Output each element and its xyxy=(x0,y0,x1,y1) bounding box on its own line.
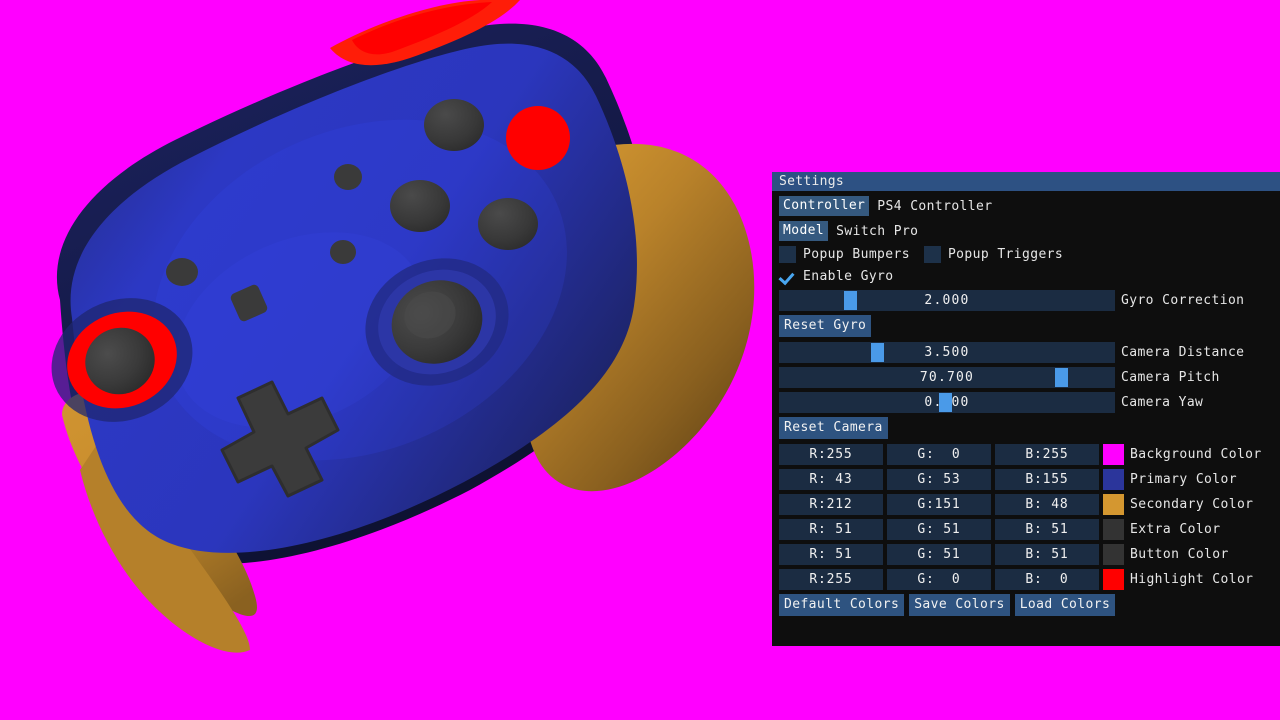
secondary-color-g[interactable]: G:151 xyxy=(887,494,991,515)
highlight-color-b[interactable]: B: 0 xyxy=(995,569,1099,590)
panel-body: Controller PS4 Controller Model Switch P… xyxy=(772,191,1280,616)
slider-camera-yaw[interactable]: 0.100 xyxy=(779,392,1115,413)
slider-label-camera-distance: Camera Distance xyxy=(1121,345,1245,360)
load-colors-button[interactable]: Load Colors xyxy=(1014,594,1116,616)
background-color-r[interactable]: R:255 xyxy=(779,444,883,465)
background-color-b[interactable]: B:255 xyxy=(995,444,1099,465)
controller-select-row: Controller PS4 Controller xyxy=(779,196,1274,216)
background-color-g[interactable]: G: 0 xyxy=(887,444,991,465)
slider-label-camera-pitch: Camera Pitch xyxy=(1121,370,1220,385)
slider-value-camera-pitch: 70.700 xyxy=(919,370,975,385)
extra-color-swatch[interactable] xyxy=(1103,519,1124,540)
extra-color-r[interactable]: R: 51 xyxy=(779,519,883,540)
slider-label-camera-yaw: Camera Yaw xyxy=(1121,395,1204,410)
color-row-button: R: 51 G: 51 B: 51 Button Color xyxy=(779,544,1274,565)
color-actions-row: Default Colors Save Colors Load Colors xyxy=(779,594,1274,616)
model-selected-value: Switch Pro xyxy=(836,223,919,239)
secondary-color-b[interactable]: B: 48 xyxy=(995,494,1099,515)
checkbox-enable-gyro[interactable] xyxy=(779,268,796,285)
slider-row-camera-pitch: 70.700 Camera Pitch xyxy=(779,367,1274,388)
extra-color-g[interactable]: G: 51 xyxy=(887,519,991,540)
slider-row-camera-distance: 3.500 Camera Distance xyxy=(779,342,1274,363)
reset-camera-button[interactable]: Reset Camera xyxy=(779,417,888,439)
dpad[interactable] xyxy=(220,380,340,498)
default-colors-button[interactable]: Default Colors xyxy=(779,594,905,616)
primary-color-b[interactable]: B:155 xyxy=(995,469,1099,490)
checkbox-popup-bumpers[interactable] xyxy=(779,246,796,263)
label-enable-gyro: Enable Gyro xyxy=(803,269,894,284)
label-popup-triggers: Popup Triggers xyxy=(947,247,1064,262)
model-select-row: Model Switch Pro xyxy=(779,221,1274,241)
highlight-color-r[interactable]: R:255 xyxy=(779,569,883,590)
button-color-r[interactable]: R: 51 xyxy=(779,544,883,565)
slider-gyro-correction[interactable]: 2.000 xyxy=(779,290,1115,311)
model-dropdown-button[interactable]: Model xyxy=(779,221,829,241)
enable-gyro-row: Enable Gyro xyxy=(779,268,1274,285)
color-row-secondary: R:212 G:151 B: 48 Secondary Color xyxy=(779,494,1274,515)
slider-value-camera-distance: 3.500 xyxy=(924,345,970,360)
color-row-primary: R: 43 G: 53 B:155 Primary Color xyxy=(779,469,1274,490)
primary-color-g[interactable]: G: 53 xyxy=(887,469,991,490)
button-color-g[interactable]: G: 51 xyxy=(887,544,991,565)
button-color-b[interactable]: B: 51 xyxy=(995,544,1099,565)
controller-dropdown-button[interactable]: Controller xyxy=(779,196,870,216)
slider-label-gyro-correction: Gyro Correction xyxy=(1121,293,1245,308)
face-button-highlight[interactable] xyxy=(506,106,570,170)
popup-options-row: Popup Bumpers Popup Triggers xyxy=(779,246,1274,263)
slider-camera-distance[interactable]: 3.500 xyxy=(779,342,1115,363)
secondary-color-label: Secondary Color xyxy=(1130,497,1254,512)
label-popup-bumpers: Popup Bumpers xyxy=(803,247,910,262)
highlight-color-g[interactable]: G: 0 xyxy=(887,569,991,590)
primary-color-r[interactable]: R: 43 xyxy=(779,469,883,490)
panel-title: Settings xyxy=(779,174,845,189)
slider-row-gyro-correction: 2.000 Gyro Correction xyxy=(779,290,1274,311)
panel-titlebar[interactable]: Settings xyxy=(772,172,1280,191)
extra-color-label: Extra Color xyxy=(1130,522,1221,537)
slider-row-camera-yaw: 0.100 Camera Yaw xyxy=(779,392,1274,413)
reset-camera-row: Reset Camera xyxy=(779,417,1274,439)
color-row-extra: R: 51 G: 51 B: 51 Extra Color xyxy=(779,519,1274,540)
slider-handle[interactable] xyxy=(939,393,952,412)
secondary-color-r[interactable]: R:212 xyxy=(779,494,883,515)
reset-gyro-button[interactable]: Reset Gyro xyxy=(779,315,872,337)
save-colors-button[interactable]: Save Colors xyxy=(909,594,1010,616)
highlight-color-swatch[interactable] xyxy=(1103,569,1124,590)
button-color-label: Button Color xyxy=(1130,547,1229,562)
controller-selected-value: PS4 Controller xyxy=(877,198,993,214)
settings-panel: Settings Controller PS4 Controller Model… xyxy=(770,172,1280,648)
color-row-highlight: R:255 G: 0 B: 0 Highlight Color xyxy=(779,569,1274,590)
primary-color-label: Primary Color xyxy=(1130,472,1237,487)
background-color-label: Background Color xyxy=(1130,447,1262,462)
background-color-swatch[interactable] xyxy=(1103,444,1124,465)
color-row-background: R:255 G: 0 B:255 Background Color xyxy=(779,444,1274,465)
primary-color-swatch[interactable] xyxy=(1103,469,1124,490)
slider-camera-pitch[interactable]: 70.700 xyxy=(779,367,1115,388)
extra-color-b[interactable]: B: 51 xyxy=(995,519,1099,540)
button-color-swatch[interactable] xyxy=(1103,544,1124,565)
checkbox-popup-triggers[interactable] xyxy=(923,246,941,263)
secondary-color-swatch[interactable] xyxy=(1103,494,1124,515)
slider-value-gyro-correction: 2.000 xyxy=(924,293,970,308)
reset-gyro-row: Reset Gyro xyxy=(779,315,1274,337)
highlight-color-label: Highlight Color xyxy=(1130,572,1254,587)
